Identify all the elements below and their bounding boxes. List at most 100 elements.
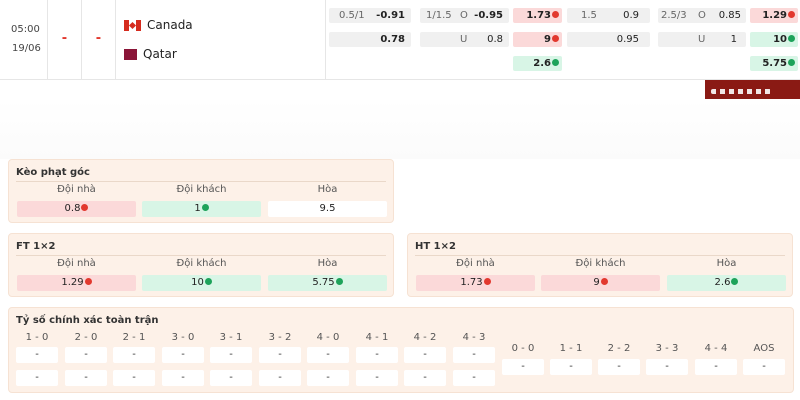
score-odds[interactable]: -: [356, 370, 398, 386]
ht-draw-odds[interactable]: 2.6: [667, 275, 786, 291]
score-label: 2 - 1: [122, 332, 146, 343]
ht-home-odds[interactable]: 1.73: [416, 275, 535, 291]
odds-1x2-away[interactable]: 9: [513, 32, 562, 47]
away-label: Đội khách: [575, 258, 626, 269]
score-odds[interactable]: -: [162, 347, 204, 363]
score-label: 4 - 3: [462, 332, 486, 343]
ou-line: 1/1.5: [426, 10, 452, 21]
odds-value: 10: [191, 277, 204, 288]
odds-ht-1x2-away[interactable]: 10: [750, 32, 798, 47]
arrow-up-circle-icon: [788, 59, 795, 66]
home-team-name: Canada: [147, 18, 193, 32]
teams-cell: Canada Qatar: [116, 0, 326, 80]
corner-home-odds[interactable]: 0.8: [17, 201, 136, 217]
score-odds[interactable]: -: [646, 359, 688, 375]
score-label: 0 - 0: [511, 343, 535, 354]
score-label: 2 - 2: [607, 343, 631, 354]
ft-home-odds[interactable]: 1.29: [17, 275, 136, 291]
odds-handicap-home[interactable]: 0.5/1 -0.91: [329, 8, 411, 23]
score-odds[interactable]: -: [259, 347, 301, 363]
odds-under[interactable]: U 0.8: [420, 32, 509, 47]
odds-value: 1: [194, 203, 201, 214]
score-odds[interactable]: -: [598, 359, 640, 375]
score-odds[interactable]: -: [16, 370, 58, 386]
ad-banner[interactable]: [705, 80, 800, 99]
arrow-up-circle-icon: [204, 278, 212, 285]
home-label: Đội nhà: [57, 184, 96, 195]
ht-away-odds[interactable]: 9: [541, 275, 660, 291]
score-odds[interactable]: -: [307, 347, 349, 363]
score-odds[interactable]: -: [16, 347, 58, 363]
score-odds[interactable]: -: [210, 347, 252, 363]
draw-label: Hòa: [317, 258, 338, 269]
odds-value: 9.5: [319, 203, 336, 214]
score-odds[interactable]: -: [113, 347, 155, 363]
home-label: Đội nhà: [456, 258, 495, 269]
arrow-down-circle-icon: [81, 204, 89, 211]
corner-odds-card: Kèo phạt góc Đội nhà Đội khách Hòa 0.8 1…: [8, 159, 394, 223]
ht-under-label: U: [698, 34, 706, 45]
odds-value: 1.73: [460, 277, 483, 288]
score-label: 3 - 2: [268, 332, 292, 343]
score-odds[interactable]: -: [65, 370, 107, 386]
score-odds[interactable]: -: [695, 359, 737, 375]
handicap-away-value: 0.78: [380, 34, 405, 45]
score-odds[interactable]: -: [113, 370, 155, 386]
ht-over-label: O: [698, 10, 706, 21]
home-team[interactable]: Canada: [124, 18, 193, 32]
odds-ht-under[interactable]: U 1: [658, 32, 746, 47]
odds-value: 0.8: [64, 203, 81, 214]
x12-draw-value: 2.6: [533, 58, 551, 69]
away-team-name: Qatar: [143, 47, 177, 61]
over-value: -0.95: [474, 10, 503, 21]
odds-ht-over[interactable]: 2.5/3 O 0.85: [658, 8, 746, 23]
handicap-home-value: -0.91: [376, 10, 405, 21]
corner-draw-odds[interactable]: 9.5: [268, 201, 387, 217]
score-odds[interactable]: -: [259, 370, 301, 386]
score-label: 3 - 1: [219, 332, 243, 343]
home-score: -: [48, 0, 82, 80]
ft-draw-odds[interactable]: 5.75: [268, 275, 387, 291]
ft-away-odds[interactable]: 10: [142, 275, 261, 291]
odds-1x2-home[interactable]: 1.73: [513, 8, 562, 23]
match-detail-page: 05:00 19/06 - - Canada Qatar 0.5/1 -0.91…: [0, 0, 800, 400]
score-odds[interactable]: -: [210, 370, 252, 386]
under-label: U: [460, 34, 468, 45]
score-odds[interactable]: -: [550, 359, 592, 375]
odds-over[interactable]: 1/1.5 O -0.95: [420, 8, 509, 23]
odds-handicap-away[interactable]: 0.78: [329, 32, 411, 47]
score-odds[interactable]: -: [356, 347, 398, 363]
score-label: 4 - 0: [316, 332, 340, 343]
score-odds[interactable]: -: [502, 359, 544, 375]
score-odds[interactable]: -: [453, 370, 495, 386]
score-odds[interactable]: -: [453, 347, 495, 363]
odds-ht-handicap-away[interactable]: 0.95: [567, 32, 650, 47]
score-odds[interactable]: -: [307, 370, 349, 386]
odds-ht-1x2-home[interactable]: 1.29: [750, 8, 798, 23]
arrow-down-circle-icon: [552, 11, 559, 18]
match-row[interactable]: 05:00 19/06 - - Canada Qatar 0.5/1 -0.91…: [0, 0, 800, 80]
arrow-up-circle-icon: [335, 278, 343, 285]
odds-ht-1x2-draw[interactable]: 5.75: [750, 56, 798, 71]
score-odds[interactable]: -: [162, 370, 204, 386]
score-label: AOS: [753, 343, 775, 354]
ht-1x2-card: HT 1×2 Đội nhà Đội khách Hòa 1.73 9 2.6: [407, 233, 793, 297]
score-odds[interactable]: -: [404, 347, 446, 363]
divider: [16, 181, 386, 182]
corner-away-odds[interactable]: 1: [142, 201, 261, 217]
ht-under-value: 1: [730, 34, 737, 45]
odds-ht-handicap-home[interactable]: 1.5 0.9: [567, 8, 650, 23]
draw-label: Hòa: [716, 258, 737, 269]
ht-ou-line: 2.5/3: [661, 10, 687, 21]
ht-handicap-line: 1.5: [581, 10, 597, 21]
score-odds[interactable]: -: [404, 370, 446, 386]
kickoff-time: 05:00: [11, 24, 40, 35]
correct-score-card: Tỷ số chính xác toàn trận 1 - 0 - - 2 - …: [8, 307, 794, 393]
away-team[interactable]: Qatar: [124, 47, 177, 61]
odds-1x2-draw[interactable]: 2.6: [513, 56, 562, 71]
arrow-up-circle-icon: [552, 59, 559, 66]
score-odds[interactable]: -: [743, 359, 785, 375]
score-odds[interactable]: -: [65, 347, 107, 363]
x12-away-value: 9: [544, 34, 551, 45]
ht-x12-home-value: 1.29: [762, 10, 787, 21]
